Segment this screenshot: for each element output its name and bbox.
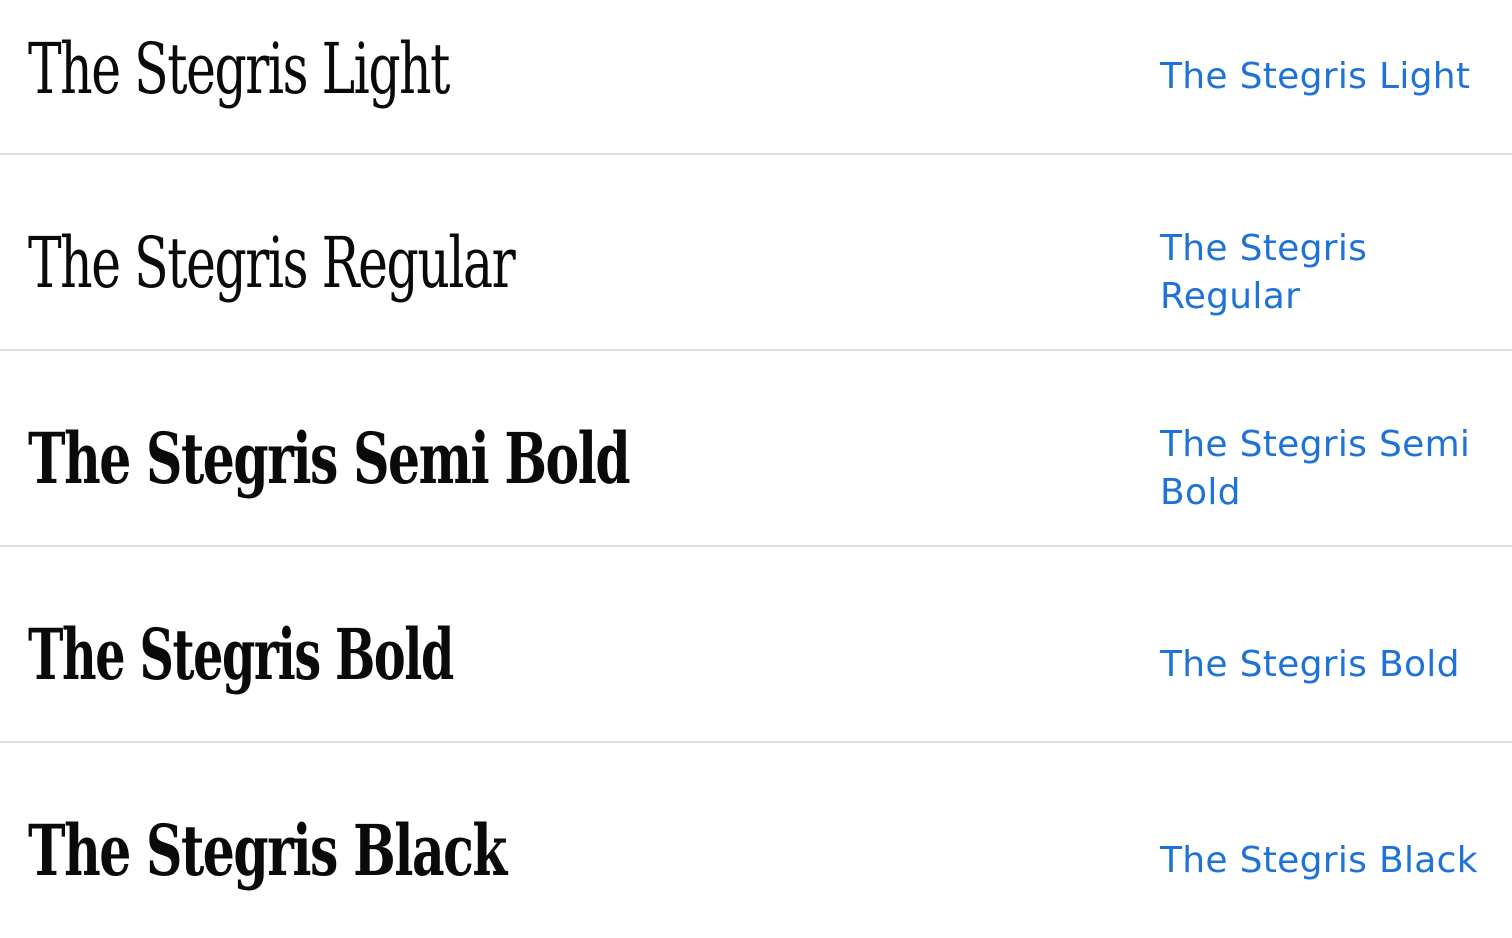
font-link-black[interactable]: The Stegris Black xyxy=(1160,837,1490,885)
font-link-light[interactable]: The Stegris Light xyxy=(1160,53,1490,101)
font-link-bold[interactable]: The Stegris Bold xyxy=(1160,641,1490,689)
font-preview-semi-bold: The Stegris Semi Bold xyxy=(28,417,631,500)
font-weight-list: The Stegris Light The Stegris Light The … xyxy=(0,0,1512,938)
font-preview-bold: The Stegris Bold xyxy=(28,613,454,696)
font-preview-black: The Stegris Black xyxy=(28,809,507,892)
font-preview-light: The Stegris Light xyxy=(28,28,450,110)
font-link-regular[interactable]: The Stegris Regular xyxy=(1160,225,1460,321)
font-preview-regular: The Stegris Regular xyxy=(28,222,516,304)
font-link-semi-bold[interactable]: The Stegris Semi Bold xyxy=(1160,421,1490,517)
